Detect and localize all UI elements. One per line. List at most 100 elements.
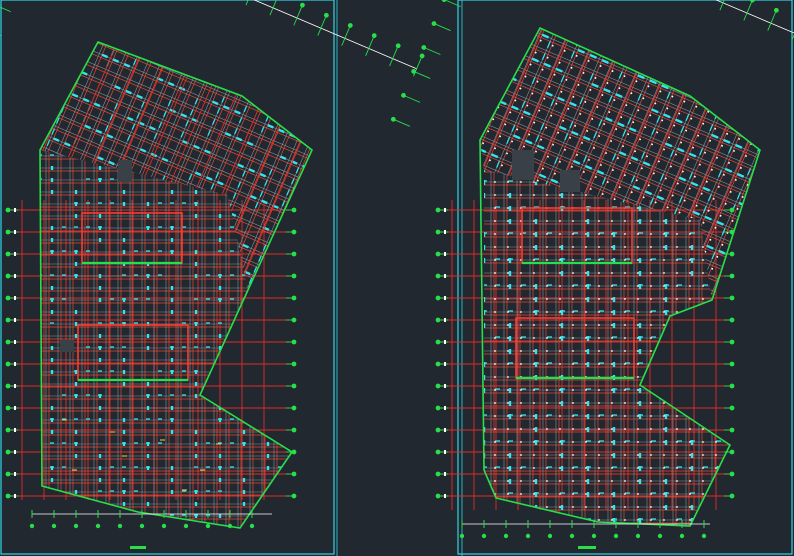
dimension-tick [14,318,16,322]
column-mark [637,506,639,508]
primary-beam [197,42,205,47]
column-mark [663,337,665,339]
primary-beam [75,256,79,263]
column-mark [392,188,394,190]
column-mark [702,246,704,248]
primary-beam [130,327,136,329]
primary-beam [612,153,617,161]
primary-beam [53,137,60,142]
secondary-beam [40,255,312,290]
primary-beam [329,90,331,96]
primary-beam [13,173,19,175]
column-mark [494,337,496,339]
column-mark [475,224,477,226]
primary-beam [571,130,579,136]
column-mark [650,532,652,534]
primary-beam [598,119,603,127]
primary-beam [628,47,633,55]
primary-beam [647,69,652,77]
primary-beam [272,23,278,25]
primary-beam [525,139,533,145]
beam-edge [42,0,484,38]
primary-beam [447,211,450,217]
column-mark [473,96,475,98]
lower-framing [40,150,292,528]
column-mark [446,226,448,228]
axis-bubble [291,361,297,367]
primary-beam [569,121,574,129]
column-mark [400,235,402,237]
column-mark [624,285,626,287]
primary-beam [513,134,521,140]
primary-beam [309,115,312,121]
column-mark [546,454,548,456]
beam-edge [724,28,760,300]
primary-beam [36,44,38,50]
cad-drawing-canvas[interactable] [0,0,794,556]
primary-beam [546,289,554,295]
column-mark [466,79,468,81]
primary-beam [141,101,145,108]
column-mark [676,532,678,534]
secondary-beam [43,0,485,35]
primary-beam [278,395,280,401]
column-mark [585,415,587,417]
column-mark [494,363,496,365]
column-mark [559,298,561,300]
primary-beam [771,160,777,163]
primary-beam [383,270,385,276]
column-mark [481,532,483,534]
column-mark [663,324,665,326]
column-mark [663,467,665,469]
primary-beam [353,292,359,294]
secondary-beam [697,28,760,300]
primary-beam [297,102,301,109]
primary-beam [293,49,298,56]
upper-framing [320,3,777,340]
column-mark [611,493,613,495]
primary-beam [706,334,709,340]
left-title-mark [130,546,146,549]
primary-beam [289,242,294,249]
primary-beam [768,121,771,127]
primary-beam [26,49,32,51]
column-mark [507,337,509,339]
column-mark [650,259,652,261]
column-mark [611,233,613,235]
secondary-beam [480,28,647,300]
column-mark [522,46,525,49]
column-mark [354,243,356,245]
column-mark [702,24,704,26]
primary-beam [19,206,21,212]
beam-edge [628,28,760,300]
column-mark [688,88,691,91]
primary-beam [770,131,776,134]
primary-beam [668,4,674,7]
column-mark [494,454,496,456]
primary-beam [125,89,132,95]
column-mark [550,16,552,18]
column-mark [546,246,548,248]
column-mark [380,282,382,284]
axis-bubble [249,523,255,529]
primary-beam [250,194,257,200]
column-mark [320,257,322,259]
primary-beam [773,109,776,115]
column-mark [482,241,485,244]
axis-bubble [5,471,11,477]
primary-beam [223,32,225,38]
beam-edge [309,42,312,290]
primary-beam [746,319,752,322]
primary-beam [423,3,426,9]
column-mark [455,506,457,508]
primary-beam [452,81,458,84]
column-mark [663,246,665,248]
side-dimension-string [0,4,11,36]
column-mark [369,207,371,209]
axis-leader [293,6,303,26]
primary-beam [735,333,738,339]
primary-beam [4,39,10,41]
primary-beam [411,3,417,5]
primary-beam [758,324,764,327]
column-mark [493,48,496,51]
